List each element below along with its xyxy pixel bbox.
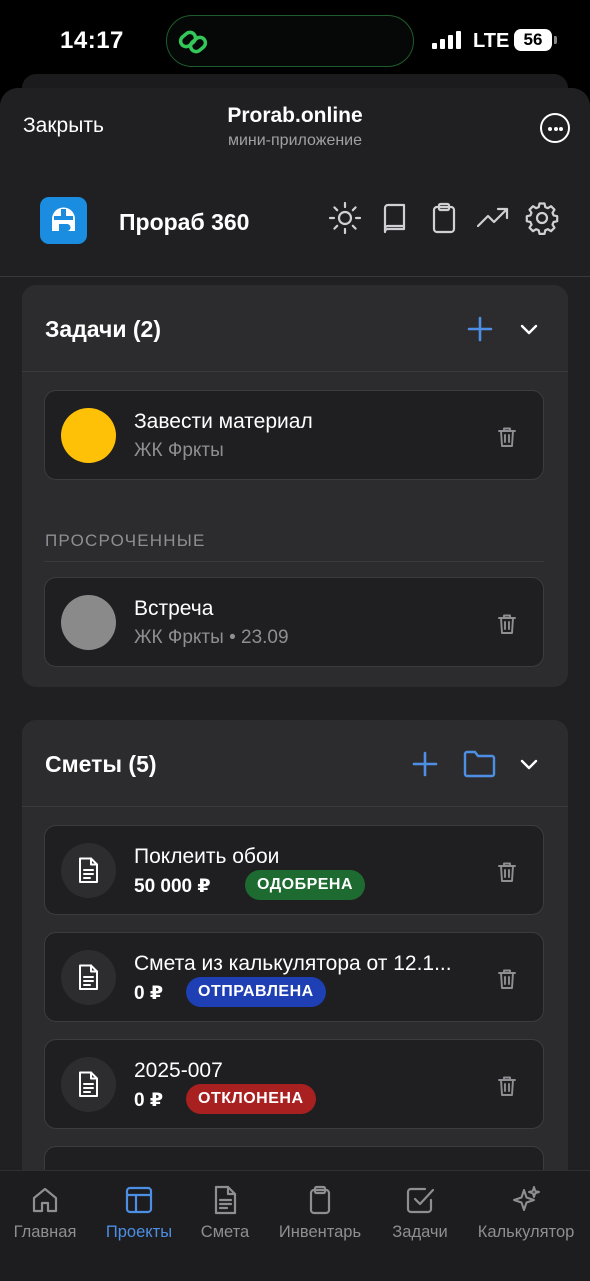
- status-bar: 14:17 LTE 56: [0, 0, 590, 84]
- mini-app-title: Prorab.online: [227, 104, 363, 127]
- overdue-task-item[interactable]: Встреча ЖК Фркты • 23.09: [44, 577, 544, 667]
- plus-icon[interactable]: [466, 315, 494, 343]
- app-brand: Прораб 360: [119, 209, 250, 235]
- tab-label: Калькулятор: [477, 1223, 575, 1241]
- sun-icon[interactable]: [327, 200, 363, 236]
- battery-indicator: 56: [514, 29, 552, 51]
- task-status-circle[interactable]: [61, 595, 116, 650]
- status-badge: ОТПРАВЛЕНА: [186, 977, 326, 1007]
- tab-inventory[interactable]: Инвентарь: [270, 1171, 370, 1281]
- document-icon: [61, 843, 116, 898]
- estimate-amount: 0 ₽: [134, 1090, 164, 1111]
- more-options-button[interactable]: [540, 113, 570, 143]
- signal-icon: [432, 31, 461, 49]
- estimate-title: Смета из калькулятора от 12.1...: [134, 952, 452, 975]
- link-icon: [178, 30, 208, 54]
- document-icon: [61, 1057, 116, 1112]
- estimate-amount: 50 000 ₽: [134, 876, 211, 897]
- overdue-section-label: ПРОСРОЧЕННЫЕ: [45, 531, 206, 550]
- tab-label: Главная: [13, 1223, 77, 1241]
- trash-icon[interactable]: [497, 613, 517, 635]
- status-badge: ОТКЛОНЕНА: [186, 1084, 316, 1114]
- tab-label: Проекты: [105, 1223, 173, 1241]
- app-header: Прораб 360: [0, 176, 590, 277]
- status-time: 14:17: [60, 27, 124, 54]
- status-badge: ОДОБРЕНА: [245, 870, 366, 900]
- checkbox-icon: [406, 1187, 435, 1214]
- gear-icon[interactable]: [524, 200, 560, 236]
- task-project: ЖК Фркты: [134, 440, 224, 461]
- mini-app-sheet: Закрыть Prorab.online мини-приложение Пр…: [0, 88, 590, 1280]
- trending-up-icon[interactable]: [475, 200, 511, 236]
- estimate-title: Поклеить обои: [134, 845, 280, 868]
- tab-calculator[interactable]: Калькулятор: [470, 1171, 582, 1281]
- estimate-item[interactable]: 2025-007 0 ₽ ОТКЛОНЕНА: [44, 1039, 544, 1129]
- tasks-header: Задачи (2): [22, 285, 568, 372]
- tab-label: Смета: [200, 1223, 250, 1241]
- task-status-circle[interactable]: [61, 408, 116, 463]
- tab-home[interactable]: Главная: [0, 1171, 90, 1281]
- tasks-title: Задачи (2): [45, 316, 162, 342]
- tasks-card: Задачи (2) Завести материал ЖК Фркты ПРО…: [22, 285, 568, 687]
- estimate-amount: 0 ₽: [134, 983, 164, 1004]
- chevron-down-icon[interactable]: [518, 319, 540, 339]
- home-icon: [32, 1187, 58, 1213]
- trash-icon[interactable]: [497, 861, 517, 883]
- section-divider: [44, 561, 544, 562]
- task-project-date: ЖК Фркты • 23.09: [134, 627, 289, 648]
- trash-icon[interactable]: [497, 426, 517, 448]
- sparkles-icon: [513, 1186, 540, 1211]
- trash-icon[interactable]: [497, 968, 517, 990]
- tab-projects[interactable]: Проекты: [93, 1171, 185, 1281]
- layout-icon: [125, 1186, 153, 1214]
- network-type: LTE: [473, 30, 510, 52]
- estimate-item[interactable]: Смета из калькулятора от 12.1... 0 ₽ ОТП…: [44, 932, 544, 1022]
- book-icon[interactable]: [377, 200, 413, 236]
- clipboard-icon: [309, 1185, 331, 1215]
- mini-app-subtitle: мини-приложение: [227, 132, 363, 149]
- tab-tasks[interactable]: Задачи: [380, 1171, 460, 1281]
- dynamic-island: [166, 15, 414, 67]
- trash-icon[interactable]: [497, 1075, 517, 1097]
- bottom-tab-bar: Главная Проекты Смета Инвентарь Задачи К…: [0, 1170, 590, 1281]
- app-logo: [40, 197, 87, 244]
- chevron-down-icon[interactable]: [518, 754, 540, 774]
- task-title: Встреча: [134, 597, 214, 620]
- clipboard-icon[interactable]: [426, 200, 462, 236]
- task-title: Завести материал: [134, 410, 313, 433]
- folder-icon[interactable]: [463, 749, 496, 779]
- estimate-title: 2025-007: [134, 1059, 223, 1082]
- document-icon: [214, 1185, 237, 1215]
- tab-estimate[interactable]: Смета: [187, 1171, 263, 1281]
- document-icon: [61, 950, 116, 1005]
- estimates-header: Сметы (5): [22, 720, 568, 807]
- task-item[interactable]: Завести материал ЖК Фркты: [44, 390, 544, 480]
- estimates-title: Сметы (5): [45, 751, 157, 777]
- tab-label: Инвентарь: [278, 1223, 362, 1241]
- battery-tip: [554, 36, 557, 44]
- estimate-item[interactable]: Поклеить обои 50 000 ₽ ОДОБРЕНА: [44, 825, 544, 915]
- tab-label: Задачи: [392, 1223, 448, 1241]
- plus-icon[interactable]: [411, 750, 439, 778]
